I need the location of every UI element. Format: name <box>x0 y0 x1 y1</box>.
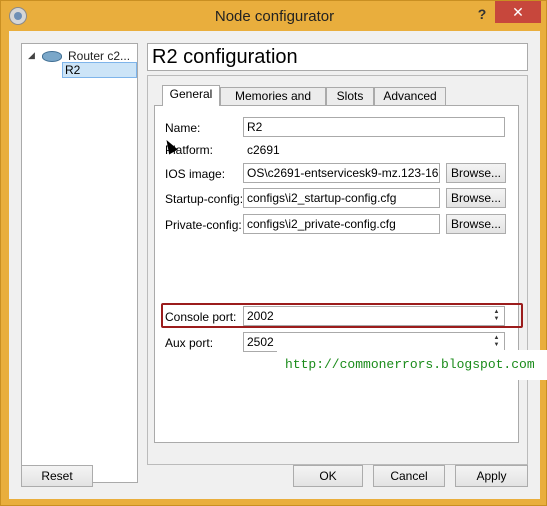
aux-port-value: 2502 <box>247 335 274 349</box>
title-bar[interactable]: Node configurator ? ✕ <box>1 1 547 31</box>
aux-port-label: Aux port: <box>165 336 214 350</box>
reset-button[interactable]: Reset <box>21 465 93 487</box>
tab-slots[interactable]: Slots <box>326 87 374 105</box>
private-config-field[interactable]: configs\i2_private-config.cfg <box>243 214 440 234</box>
private-config-label: Private-config: <box>165 218 242 232</box>
aux-port-spinbox[interactable]: 2502 ▲ ▼ <box>243 332 505 352</box>
private-browse-button[interactable]: Browse... <box>446 214 506 234</box>
console-port-spinbox[interactable]: 2002 ▲ ▼ <box>243 306 505 326</box>
startup-config-field[interactable]: configs\i2_startup-config.cfg <box>243 188 440 208</box>
ios-browse-button[interactable]: Browse... <box>446 163 506 183</box>
tab-general[interactable]: General <box>162 85 220 106</box>
window-frame: Node configurator ? ✕ ◢ Router c2... R2 … <box>0 0 547 506</box>
node-tree[interactable]: ◢ Router c2... R2 <box>21 43 138 483</box>
help-button[interactable]: ? <box>471 4 493 24</box>
console-port-value: 2002 <box>247 309 274 323</box>
startup-config-label: Startup-config: <box>165 192 244 206</box>
ios-image-label: IOS image: <box>165 167 226 181</box>
router-icon <box>42 51 62 62</box>
page-title: R2 configuration <box>147 43 528 71</box>
close-button[interactable]: ✕ <box>495 1 541 23</box>
general-tab-content: Name: R2 Platform: c2691 IOS image: OS\c… <box>154 105 523 443</box>
ok-button[interactable]: OK <box>293 465 363 487</box>
collapse-arrow-icon[interactable]: ◢ <box>28 50 35 61</box>
tree-item-router-label: Router c2... <box>68 49 131 63</box>
aux-port-stepper-icon[interactable]: ▲ ▼ <box>491 335 502 349</box>
startup-browse-button[interactable]: Browse... <box>446 188 506 208</box>
ios-image-field[interactable]: OS\c2691-entservicesk9-mz.123-16.bin <box>243 163 440 183</box>
dialog-body: ◢ Router c2... R2 R2 configuration Gener… <box>9 31 540 499</box>
name-label: Name: <box>165 121 201 135</box>
watermark-url: http://commonerrors.blogspot.com <box>277 350 547 380</box>
config-panel: General Memories and disks Slots Advance… <box>147 75 528 465</box>
cancel-button[interactable]: Cancel <box>373 465 445 487</box>
tree-item-r2[interactable]: R2 <box>62 62 137 78</box>
platform-value: c2691 <box>247 143 280 157</box>
name-field[interactable]: R2 <box>243 117 505 137</box>
window-title: Node configurator <box>214 8 335 25</box>
console-port-label: Console port: <box>165 310 237 324</box>
apply-button[interactable]: Apply <box>455 465 528 487</box>
tab-memories-and-disks[interactable]: Memories and disks <box>220 87 326 120</box>
console-port-stepper-icon[interactable]: ▲ ▼ <box>491 309 502 323</box>
tab-advanced[interactable]: Advanced <box>374 87 446 105</box>
